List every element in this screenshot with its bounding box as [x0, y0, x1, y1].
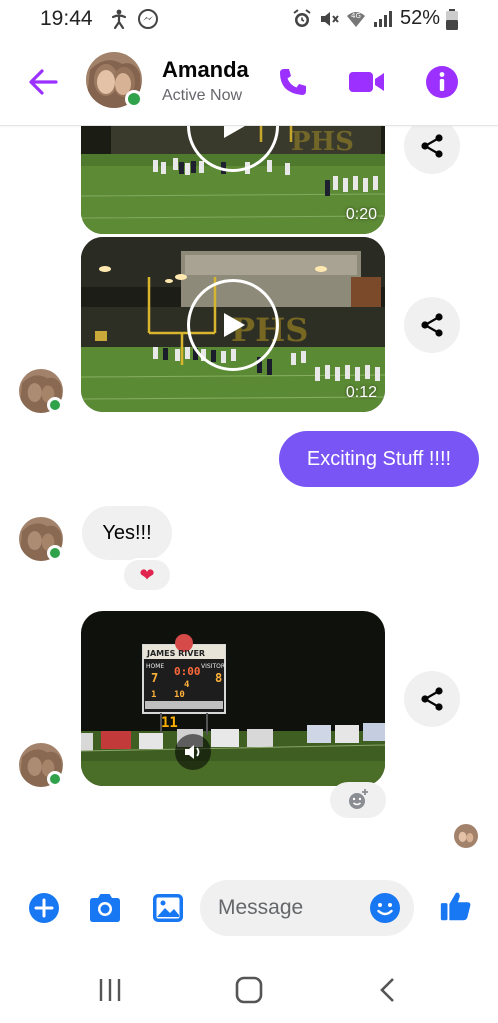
- phone-icon: [280, 69, 306, 95]
- message-composer: [0, 860, 498, 958]
- share-icon: [421, 687, 443, 711]
- alarm-icon: [291, 8, 313, 35]
- online-indicator: [47, 545, 63, 561]
- scoreboard-clock: 0:00: [174, 665, 201, 678]
- speaker-icon: [185, 745, 200, 759]
- scoreboard-overlay-number: 11: [161, 715, 178, 731]
- status-time: 19:44: [40, 7, 93, 30]
- scoreboard-home-label: HOME: [146, 663, 164, 670]
- gallery-button[interactable]: [150, 890, 186, 926]
- voice-call-button[interactable]: [273, 62, 313, 102]
- video-duration: 0:12: [345, 384, 377, 401]
- scoreboard-visitor-score: 8: [215, 671, 222, 685]
- scoreboard-quarter: 4: [184, 680, 190, 690]
- back-button[interactable]: [24, 62, 64, 102]
- seen-receipt-avatar: [454, 824, 478, 848]
- video-thumbnail: JAMES RIVER HOME VISITOR 7 0:00 4 8 1 10…: [81, 611, 385, 786]
- incoming-message[interactable]: Yes!!!: [82, 506, 172, 560]
- active-status: Active Now: [162, 87, 243, 104]
- recent-apps-button[interactable]: [88, 970, 132, 1010]
- share-button-1[interactable]: [404, 126, 460, 174]
- video-camera-icon: [349, 72, 384, 92]
- wifi-icon: 4G: [345, 8, 367, 35]
- camera-icon: [90, 894, 120, 922]
- message-list[interactable]: PHS 0:20 PHS 0:12 Exciting Stuff !!!! Ye…: [0, 126, 498, 860]
- plus-circle-icon: [29, 893, 59, 923]
- scoreboard-to-go: 10: [174, 690, 185, 700]
- home-icon: [235, 976, 263, 1004]
- battery-percent: 52%: [400, 7, 441, 29]
- online-indicator: [47, 397, 63, 413]
- info-icon: [426, 66, 458, 98]
- smiley-icon: [370, 893, 400, 923]
- like-button[interactable]: [438, 888, 474, 924]
- contact-name[interactable]: Amanda: [162, 57, 249, 83]
- recent-apps-icon: [99, 979, 121, 1001]
- share-button-2[interactable]: [404, 297, 460, 353]
- video-call-button[interactable]: [347, 62, 387, 102]
- accessibility-icon: [108, 8, 130, 35]
- play-icon: [224, 313, 245, 337]
- mute-video-button[interactable]: [175, 734, 211, 770]
- video-duration: 0:20: [345, 206, 377, 223]
- play-button[interactable]: [187, 279, 279, 371]
- camera-button[interactable]: [87, 890, 123, 926]
- image-icon: [153, 894, 183, 922]
- play-icon: [224, 126, 245, 138]
- heart-icon: ❤: [139, 564, 155, 585]
- outgoing-message[interactable]: Exciting Stuff !!!!: [279, 431, 479, 487]
- share-button-3[interactable]: [404, 671, 460, 727]
- svg-text:4G: 4G: [351, 12, 361, 20]
- messenger-notification-icon: [137, 8, 159, 35]
- video-message-1[interactable]: PHS 0:20: [81, 126, 385, 234]
- status-bar: 19:44 4G 52%: [0, 0, 498, 40]
- back-arrow-icon: [29, 69, 58, 95]
- scoreboard-home-score: 7: [151, 671, 158, 685]
- chevron-left-icon: [380, 978, 394, 1002]
- online-indicator: [125, 90, 143, 108]
- add-emoji-icon: [349, 789, 368, 809]
- share-icon: [421, 313, 443, 337]
- add-reaction-button[interactable]: [330, 782, 386, 818]
- video-message-2[interactable]: PHS 0:12: [81, 237, 385, 412]
- heart-reaction[interactable]: ❤: [122, 558, 172, 592]
- system-navigation-bar: [0, 958, 498, 1023]
- mute-icon: [318, 8, 340, 35]
- online-indicator: [47, 771, 63, 787]
- emoji-button[interactable]: [369, 892, 401, 924]
- svg-text:PHS: PHS: [291, 127, 354, 157]
- scoreboard-down: 1: [151, 690, 156, 700]
- thumbs-up-icon: [440, 892, 471, 921]
- info-button[interactable]: [422, 62, 462, 102]
- scoreboard-school: JAMES RIVER: [146, 649, 205, 658]
- more-actions-button[interactable]: [26, 890, 62, 926]
- scoreboard-visitor-label: VISITOR: [201, 663, 225, 670]
- conversation-header: Amanda Active Now: [0, 40, 498, 126]
- share-icon: [421, 134, 443, 158]
- video-message-3[interactable]: JAMES RIVER HOME VISITOR 7 0:00 4 8 1 10…: [81, 611, 385, 786]
- signal-icon: [372, 8, 394, 35]
- battery-icon: [445, 9, 459, 36]
- home-button[interactable]: [227, 970, 271, 1010]
- back-nav-button[interactable]: [366, 970, 410, 1010]
